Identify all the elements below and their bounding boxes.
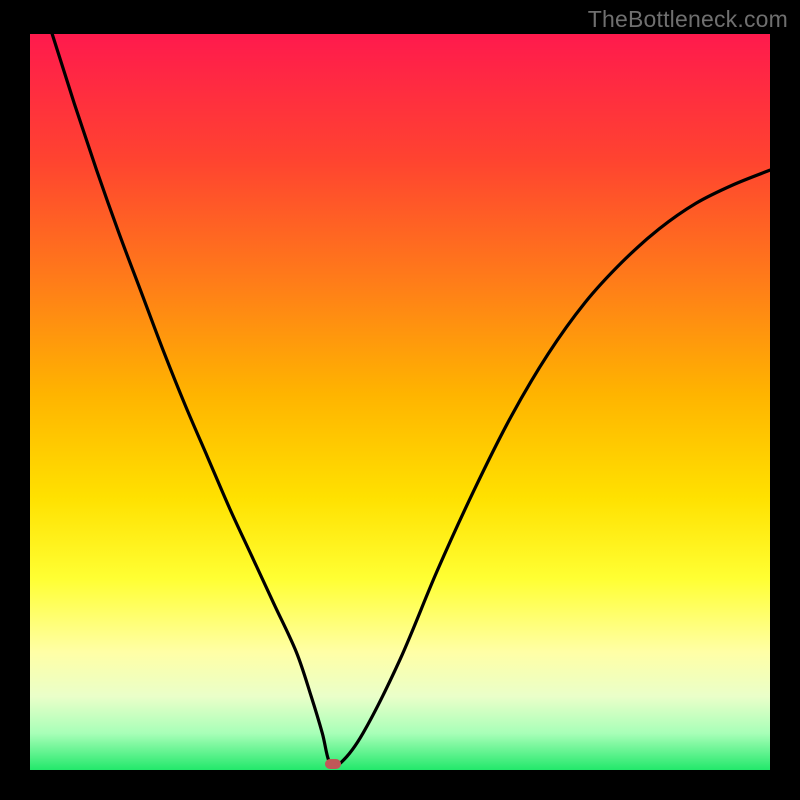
- plot-area: [30, 34, 770, 770]
- bottleneck-curve: [30, 34, 770, 770]
- chart-frame: TheBottleneck.com: [0, 0, 800, 800]
- minimum-marker: [325, 759, 341, 769]
- watermark-text: TheBottleneck.com: [588, 6, 788, 33]
